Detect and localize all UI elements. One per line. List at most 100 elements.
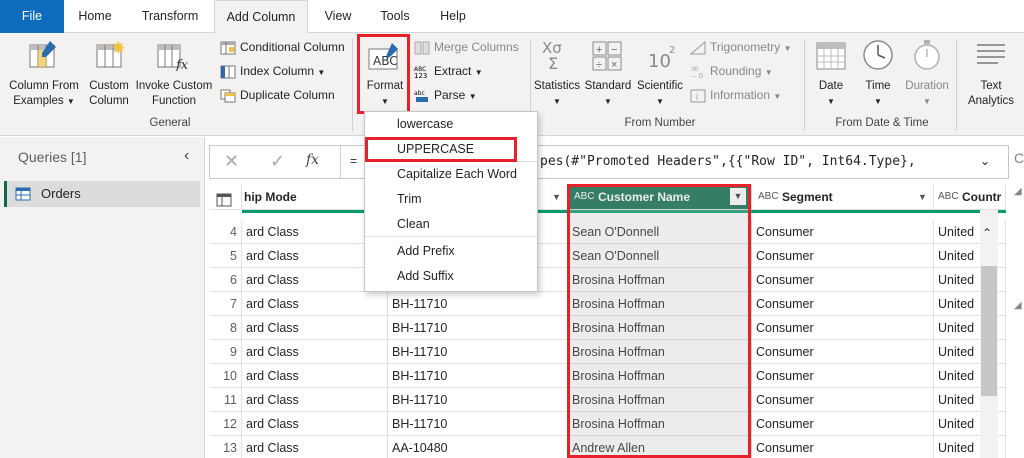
ribbon-separator xyxy=(804,39,805,131)
row-number[interactable]: 12 xyxy=(210,412,242,436)
row-number[interactable]: 8 xyxy=(210,316,242,340)
formula-expand-chevron-icon[interactable]: ⌄ xyxy=(980,154,990,168)
filter-dropdown-icon[interactable]: ▼ xyxy=(552,184,561,209)
menu-item-lowercase[interactable]: lowercase xyxy=(365,112,537,137)
cell-segment[interactable]: Consumer xyxy=(752,412,934,436)
tab-add-column[interactable]: Add Column xyxy=(214,0,308,34)
time-label: Time xyxy=(865,80,891,92)
tab-transform[interactable]: Transform xyxy=(130,0,210,33)
duration-label: Duration xyxy=(905,80,949,92)
standard-button[interactable]: Standard ▼ xyxy=(582,79,634,109)
cell-segment[interactable]: Consumer xyxy=(752,244,934,268)
cancel-icon[interactable]: ✕ xyxy=(224,151,239,172)
trigonometry-button[interactable]: Trigonometry ▼ xyxy=(689,37,792,57)
commit-check-icon[interactable]: ✓ xyxy=(270,151,285,172)
cell-segment[interactable]: Consumer xyxy=(752,292,934,316)
scientific-icon: 10 2 xyxy=(648,41,680,74)
tab-home[interactable]: Home xyxy=(68,0,122,33)
cell-customer-id[interactable]: BH-11710 xyxy=(388,292,568,316)
time-button[interactable]: Time ▼ xyxy=(856,79,900,109)
cell-segment[interactable]: Consumer xyxy=(752,268,934,292)
cell-ship-mode[interactable]: ard Class xyxy=(242,316,388,340)
cell-ship-mode[interactable]: ard Class xyxy=(242,436,388,458)
row-number[interactable]: 9 xyxy=(210,340,242,364)
formula-text[interactable]: pes(#"Promoted Headers",{{"Row ID", Int6… xyxy=(540,154,916,169)
group-label-general: General xyxy=(149,117,191,129)
parse-button[interactable]: abc Parse ▼ xyxy=(414,85,477,105)
cell-segment[interactable]: Consumer xyxy=(752,364,934,388)
menu-item-add-prefix[interactable]: Add Prefix xyxy=(365,239,537,264)
invoke-custom-function-button[interactable]: Invoke Custom Function xyxy=(134,79,214,109)
scientific-button[interactable]: Scientific ▼ xyxy=(634,79,686,109)
custom-column-icon xyxy=(94,39,126,74)
row-number[interactable]: 10 xyxy=(210,364,242,388)
cell-ship-mode[interactable]: ard Class xyxy=(242,292,388,316)
parse-icon: abc xyxy=(414,89,430,103)
filter-dropdown-icon[interactable]: ▼ xyxy=(918,184,927,209)
row-number[interactable]: 5 xyxy=(210,244,242,268)
cell-ship-mode[interactable]: ard Class xyxy=(242,364,388,388)
svg-text:i: i xyxy=(696,92,698,102)
scientific-label: Scientific xyxy=(636,80,684,92)
tab-help[interactable]: Help xyxy=(428,0,478,33)
row-number[interactable]: 11 xyxy=(210,388,242,412)
menu-item-add-suffix[interactable]: Add Suffix xyxy=(365,264,537,289)
cell-customer-id[interactable]: BH-11710 xyxy=(388,340,568,364)
cell-segment[interactable]: Consumer xyxy=(752,340,934,364)
menu-item-trim[interactable]: Trim xyxy=(365,187,537,212)
rounding-button[interactable]: .00 →.0 Rounding ▼ xyxy=(690,61,773,81)
cell-ship-mode[interactable]: ard Class xyxy=(242,388,388,412)
custom-column-label: Custom xyxy=(89,80,129,92)
svg-text:+: + xyxy=(596,44,602,56)
cell-segment[interactable]: Consumer xyxy=(752,436,934,458)
menu-item-capitalize-each-word[interactable]: Capitalize Each Word xyxy=(365,162,537,187)
cell-ship-mode[interactable]: ard Class xyxy=(242,412,388,436)
tab-file[interactable]: File xyxy=(0,0,64,33)
cell-segment[interactable]: Consumer xyxy=(752,220,934,244)
text-analytics-button[interactable]: Text Analytics xyxy=(962,79,1020,109)
merge-columns-button[interactable]: Merge Columns xyxy=(414,37,519,57)
table-menu-button[interactable] xyxy=(210,184,242,210)
statistics-button[interactable]: Statistics ▼ xyxy=(532,79,582,109)
cell-segment[interactable]: Consumer xyxy=(752,388,934,412)
query-item-orders[interactable]: Orders xyxy=(4,181,200,207)
row-number[interactable]: 7 xyxy=(210,292,242,316)
duplicate-column-button[interactable]: Duplicate Column xyxy=(220,85,335,105)
menu-item-clean[interactable]: Clean xyxy=(365,212,537,237)
settings-arrow-icon: ◢ xyxy=(1014,300,1022,311)
conditional-column-button[interactable]: Conditional Column xyxy=(220,37,345,57)
conditional-column-label: Conditional Column xyxy=(240,40,345,54)
vertical-scrollbar[interactable]: ⌃ xyxy=(980,210,998,458)
date-button[interactable]: Date ▼ xyxy=(810,79,852,109)
custom-column-label2: Column xyxy=(89,95,129,107)
row-number[interactable]: 13 xyxy=(210,436,242,458)
information-button[interactable]: i Information ▼ xyxy=(690,85,781,105)
cell-customer-id[interactable]: BH-11710 xyxy=(388,412,568,436)
scroll-up-icon[interactable]: ⌃ xyxy=(982,226,992,240)
extract-button[interactable]: ABC 123 Extract ▼ xyxy=(414,61,483,81)
row-number[interactable]: 6 xyxy=(210,268,242,292)
tab-view[interactable]: View xyxy=(314,0,362,33)
duration-button[interactable]: Duration ▼ xyxy=(900,79,954,109)
scrollbar-thumb[interactable] xyxy=(981,266,997,396)
column-header-segment[interactable]: ABC Segment ▼ xyxy=(752,184,934,210)
text-type-icon[interactable]: ABC xyxy=(938,184,959,209)
cell-ship-mode[interactable]: ard Class xyxy=(242,340,388,364)
trigonometry-icon xyxy=(689,40,706,55)
calendar-icon xyxy=(816,39,846,74)
cell-customer-id[interactable]: BH-11710 xyxy=(388,388,568,412)
row-number[interactable]: 4 xyxy=(210,220,242,244)
group-label-from-date-time: From Date & Time xyxy=(835,117,929,129)
tab-tools[interactable]: Tools xyxy=(370,0,420,33)
custom-column-button[interactable]: Custom Column xyxy=(86,79,132,109)
index-column-button[interactable]: Index Column ▼ xyxy=(220,61,325,81)
text-type-icon[interactable]: ABC xyxy=(758,184,779,209)
fx-icon[interactable]: fx xyxy=(306,152,319,168)
cell-customer-id[interactable]: BH-11710 xyxy=(388,316,568,340)
cell-customer-id[interactable]: AA-10480 xyxy=(388,436,568,458)
column-header-country[interactable]: ABC Countr xyxy=(934,184,1006,210)
cell-segment[interactable]: Consumer xyxy=(752,316,934,340)
cell-customer-id[interactable]: BH-11710 xyxy=(388,364,568,388)
collapse-chevron-icon[interactable]: ‹ xyxy=(184,147,189,165)
column-from-examples-button[interactable]: Column From Examples ▼ xyxy=(4,79,84,109)
